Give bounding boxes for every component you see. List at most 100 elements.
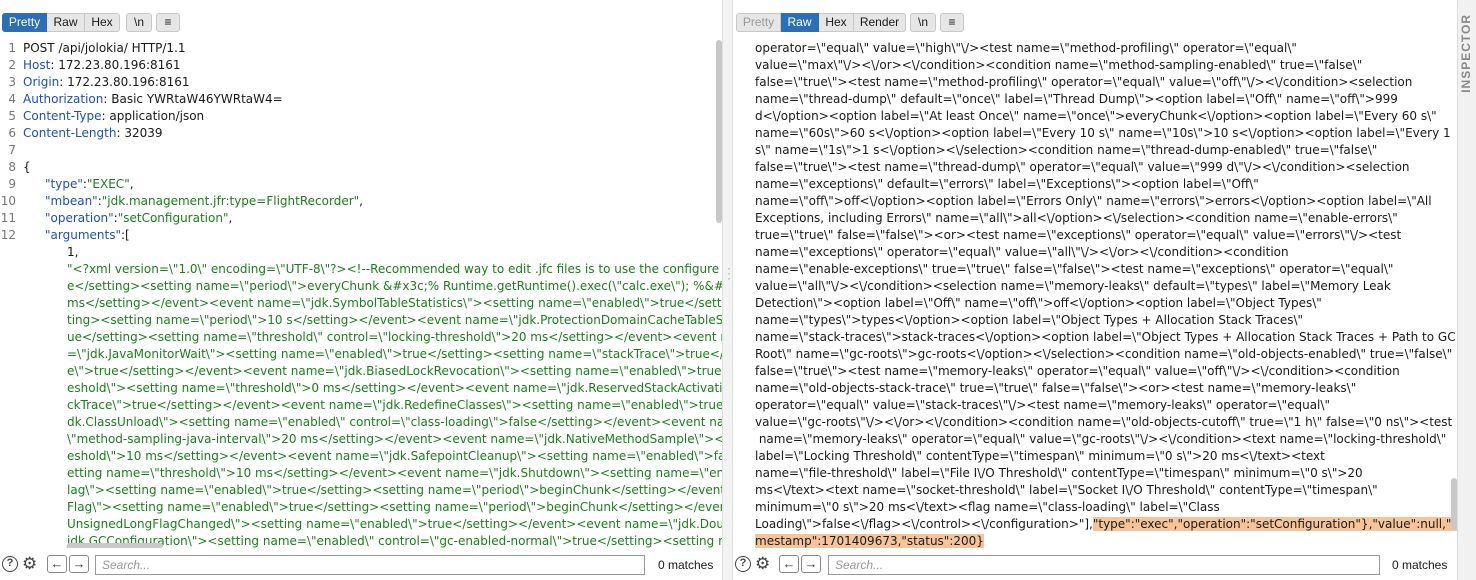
arrow-right-icon[interactable]: → [69, 555, 89, 573]
response-line: ms<\/text><text name=\"socket-threshold\… [755, 483, 1378, 497]
json-number: 1, [67, 245, 79, 259]
search-input[interactable] [828, 555, 1380, 575]
pane-splitter[interactable]: · · · [722, 0, 733, 580]
header-value: 172.23.80.196:8161 [63, 75, 190, 89]
match-count: 0 matches [658, 558, 714, 572]
response-line: label=\"Locking Threshold\" contentType=… [755, 449, 1325, 463]
arrow-right-icon[interactable]: → [801, 555, 821, 573]
json-value: "EXEC" [86, 177, 130, 191]
header-value: 172.23.80.196:8161 [54, 58, 181, 72]
response-line: name=\"off\">off<\/option><option label=… [755, 194, 1432, 208]
response-line: operator=\"equal\" value=\"high\"\/><tes… [755, 41, 1297, 55]
gear-icon[interactable]: ⚙ [755, 554, 770, 574]
json-value: "jdk.management.jfr:type=FlightRecorder" [101, 194, 360, 208]
tab-raw[interactable]: Raw [781, 13, 819, 32]
payload-line: eshold\"><setting name=\"threshold\">0 m… [67, 381, 722, 395]
response-text: Loading\">false<\/flag><\/control><\/con… [755, 517, 1093, 531]
response-line: name=\"old-objects-stack-trace\" true=\"… [755, 381, 1357, 395]
tab-hex[interactable]: Hex [85, 13, 120, 32]
line-number: 8 [8, 160, 16, 174]
payload-line: =\"jdk.JavaMonitorWait\"><setting name=\… [67, 347, 722, 361]
json-key: "arguments" [45, 228, 121, 242]
request-search-bar: ? ⚙ ← → 0 matches [0, 552, 722, 580]
header-line: Authorization: Basic YWRtaW46YWRtaW4= [23, 92, 283, 106]
arrow-left-icon[interactable]: ← [779, 555, 799, 573]
request-editor[interactable]: 1 2 3 4 5 6 7 8 9 10 11 12 POST /api/jol… [0, 40, 722, 548]
tab-pretty[interactable]: Pretty [2, 13, 47, 32]
response-line: Detection\"><option label=\"Off\" name=\… [755, 296, 1322, 310]
drag-handle-icon[interactable]: · · · [727, 262, 731, 284]
payload-line: Flag\"><setting name=\"enabled\">true</s… [67, 500, 722, 514]
header-name: Authorization [23, 92, 104, 106]
response-line: name=\"exceptions\" operator=\"equal\" v… [755, 245, 1289, 259]
response-line: name=\"file-threshold\" label=\"File I\/… [755, 466, 1363, 480]
response-line: false=\"true\"><test name=\"thread-dump\… [755, 160, 1410, 174]
line-number: 4 [8, 92, 16, 106]
json-field: "arguments":[ [45, 227, 130, 244]
search-highlight: mestamp":1701409673,"status":200} [755, 534, 984, 548]
payload-line: e</setting><setting name=\"period\">ever… [67, 279, 722, 293]
line-number: 9 [8, 177, 16, 191]
line-number: 7 [8, 143, 16, 157]
tab-raw[interactable]: Raw [47, 13, 85, 32]
payload-line: eshold\">10 ms</setting></event><event n… [67, 449, 722, 463]
inspector-sidebar[interactable]: INSPECTOR [1457, 0, 1476, 580]
request-pane: Pretty Raw Hex \n ≡ 1 2 3 4 5 6 7 8 9 10… [0, 0, 722, 580]
tab-render[interactable]: Render [854, 13, 906, 32]
response-line: mestamp":1701409673,"status":200} [755, 533, 984, 548]
header-name: Origin [23, 75, 60, 89]
header-value: 32039 [120, 126, 163, 140]
match-count: 0 matches [1392, 558, 1448, 572]
payload-line: ting><setting name=\"period\">10 s</sett… [67, 313, 722, 327]
response-line: name=\"stack-traces\">stack-traces<\/opt… [755, 330, 1456, 344]
search-highlight: "type":"exec","operation":"setConfigurat… [1092, 517, 1457, 531]
header-line: Content-Length: 32039 [23, 126, 163, 140]
header-name: Content-Length [23, 126, 117, 140]
tab-hex[interactable]: Hex [819, 13, 854, 32]
line-number: 12 [0, 228, 16, 242]
response-line: true=\"true\" false=\"false\"><or><test … [755, 228, 1402, 242]
arrow-left-icon[interactable]: ← [47, 555, 67, 573]
response-line: name=\"thread-dump\" default=\"once\" la… [755, 92, 1398, 106]
payload-line: e\">true</setting></event><event name=\"… [67, 364, 722, 378]
response-pane: Pretty Raw Hex Render \n ≡ operator=\"eq… [733, 0, 1457, 580]
response-line: name=\"types\">types<\/option><option la… [755, 313, 1304, 327]
response-toolbar: Pretty Raw Hex Render \n ≡ [733, 0, 1457, 42]
response-line: value=\"all\"\/><\/condition><selection … [755, 279, 1391, 293]
header-value: application/json [105, 109, 205, 123]
json-open-brace: { [23, 160, 31, 174]
request-toolbar: Pretty Raw Hex \n ≡ [0, 0, 722, 42]
response-line: Loading\">false<\/flag><\/control><\/con… [755, 516, 1457, 533]
newline-toggle[interactable]: \n [126, 13, 152, 32]
payload-line: "<?xml version=\"1.0\" encoding=\"UTF-8\… [67, 262, 720, 276]
response-line: name=\"60s\">60 s<\/option><option label… [755, 126, 1451, 140]
json-key: "mbean" [45, 194, 98, 208]
json-key: "type" [45, 177, 83, 191]
menu-icon[interactable]: ≡ [156, 13, 180, 32]
response-line: name=\"memory-leaks\" operator=\"equal\"… [755, 432, 1447, 446]
newline-toggle[interactable]: \n [910, 13, 936, 32]
line-number: 5 [8, 109, 16, 123]
response-line: name=\"exceptions\" default=\"errors\" l… [755, 177, 1259, 191]
search-input[interactable] [95, 555, 645, 575]
help-icon[interactable]: ? [2, 556, 18, 572]
response-editor[interactable]: operator=\"equal\" value=\"high\"\/><tes… [733, 40, 1457, 548]
line-number: 1 [8, 41, 16, 55]
response-search-bar: ? ⚙ ← → 0 matches [733, 552, 1457, 580]
response-line: false=\"true\"><test name=\"memory-leaks… [755, 364, 1400, 378]
header-line: Content-Type: application/json [23, 109, 205, 123]
response-line: Exceptions, including Errors\" name=\"al… [755, 211, 1398, 225]
tab-pretty[interactable]: Pretty [736, 13, 781, 32]
response-line: operator=\"equal\" value=\"stack-traces\… [755, 398, 1330, 412]
help-icon[interactable]: ? [735, 556, 751, 572]
request-line: POST /api/jolokia/ HTTP/1.1 [23, 41, 186, 55]
payload-line: ms</setting></event><event name=\"jdk.Sy… [67, 296, 722, 310]
json-punct: :[ [120, 228, 130, 242]
header-line: Origin: 172.23.80.196:8161 [23, 75, 190, 89]
gear-icon[interactable]: ⚙ [22, 554, 37, 574]
menu-icon[interactable]: ≡ [940, 13, 964, 32]
payload-line: UnsignedLongFlagChanged\"><setting name=… [67, 517, 722, 531]
horizontal-scrollbar[interactable] [67, 543, 163, 548]
header-value: Basic YWRtaW46YWRtaW4= [107, 92, 283, 106]
json-field: "type":"EXEC", [45, 177, 134, 191]
